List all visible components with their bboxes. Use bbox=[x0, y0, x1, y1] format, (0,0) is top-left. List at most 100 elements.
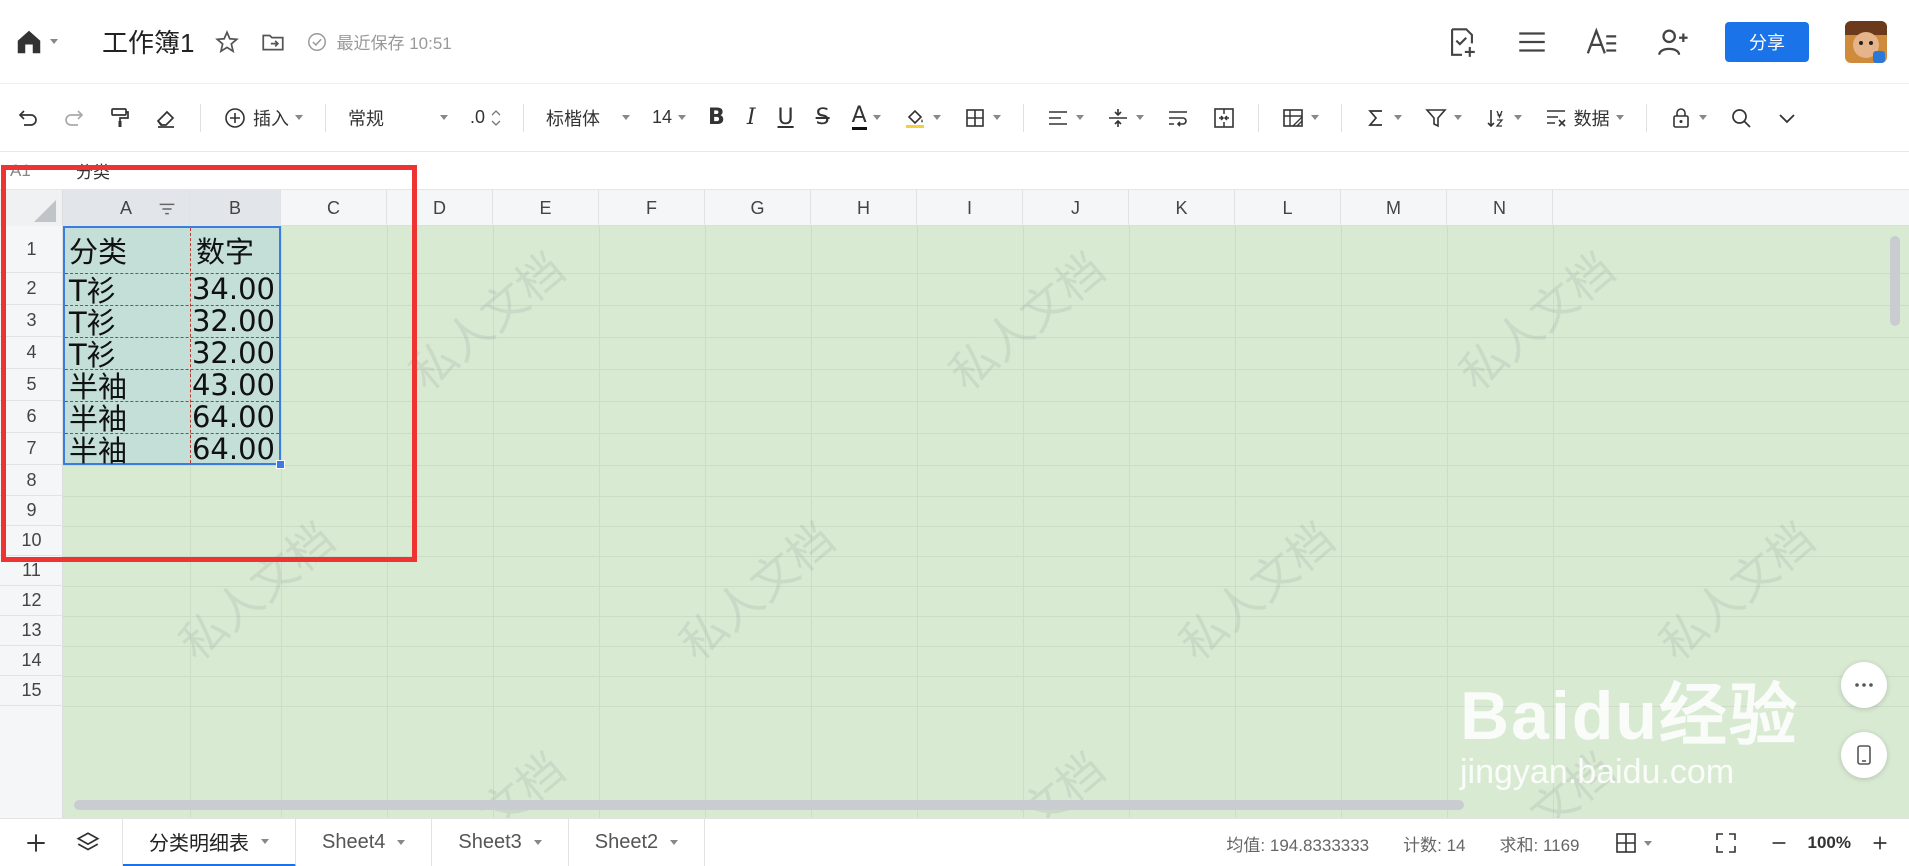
redo-button[interactable] bbox=[62, 98, 86, 138]
chevron-down-icon bbox=[1779, 113, 1795, 123]
chevron-down-icon[interactable] bbox=[397, 840, 406, 845]
gridline-vertical bbox=[705, 226, 706, 818]
chevron-down-icon[interactable] bbox=[533, 840, 542, 845]
sheet-tab-label: 分类明细表 bbox=[149, 832, 249, 855]
add-sheet-button[interactable] bbox=[10, 830, 62, 856]
horizontal-scrollbar[interactable] bbox=[74, 800, 1464, 810]
gridline-vertical bbox=[917, 226, 918, 818]
status-bar: 均值: 194.8333333 计数: 14 求和: 1169 100% bbox=[1226, 819, 1909, 866]
vertical-align-button[interactable] bbox=[1106, 98, 1144, 138]
chevron-down-icon bbox=[992, 115, 1001, 120]
italic-button[interactable]: I bbox=[747, 98, 756, 138]
zoom-level[interactable]: 100% bbox=[1808, 833, 1851, 853]
chevron-down-icon bbox=[872, 115, 881, 120]
collapse-toolbar-button[interactable] bbox=[1775, 98, 1799, 138]
filter-button[interactable] bbox=[1424, 98, 1462, 138]
review-button[interactable] bbox=[1445, 25, 1479, 59]
wrap-text-icon bbox=[1168, 110, 1187, 127]
sheet-tab[interactable]: Sheet4 bbox=[296, 818, 433, 866]
sheet-tab[interactable]: 分类明细表 bbox=[123, 818, 296, 866]
horizontal-align-button[interactable] bbox=[1046, 98, 1084, 138]
avatar[interactable] bbox=[1845, 21, 1887, 63]
column-header-f[interactable]: F bbox=[599, 190, 705, 226]
avatar-image bbox=[1845, 21, 1887, 63]
view-mode-button[interactable] bbox=[1614, 831, 1686, 855]
row-header-14[interactable]: 14 bbox=[0, 646, 63, 676]
column-header-i[interactable]: I bbox=[917, 190, 1023, 226]
doc-title[interactable]: 工作簿1 bbox=[102, 23, 194, 60]
folder-move-icon bbox=[262, 34, 285, 50]
font-color-button[interactable]: A bbox=[851, 98, 881, 138]
row-header-12[interactable]: 12 bbox=[0, 586, 63, 616]
column-header-g[interactable]: G bbox=[705, 190, 811, 226]
fill-color-button[interactable] bbox=[903, 98, 941, 138]
sum-function-button[interactable] bbox=[1364, 98, 1402, 138]
gridline-horizontal bbox=[63, 646, 1909, 647]
wrap-text-button[interactable] bbox=[1166, 98, 1190, 138]
move-button[interactable] bbox=[260, 29, 286, 55]
text-format-icon bbox=[1586, 27, 1617, 54]
text-style-button[interactable] bbox=[1585, 25, 1619, 59]
bold-button[interactable]: B bbox=[708, 98, 725, 138]
clear-format-button[interactable] bbox=[154, 98, 178, 138]
menu-button[interactable] bbox=[1515, 25, 1549, 59]
sheet-tab-label: Sheet2 bbox=[594, 831, 659, 853]
format-painter-button[interactable] bbox=[108, 98, 132, 138]
home-menu[interactable] bbox=[14, 27, 58, 57]
merge-cells-button[interactable] bbox=[1212, 98, 1236, 138]
row-header-15[interactable]: 15 bbox=[0, 676, 63, 706]
check-circle-icon bbox=[308, 32, 327, 51]
column-header-l[interactable]: L bbox=[1235, 190, 1341, 226]
fullscreen-button[interactable] bbox=[1714, 831, 1738, 855]
font-family-select[interactable]: 标楷体 bbox=[546, 98, 631, 138]
insert-menu[interactable]: 插入 bbox=[223, 98, 303, 138]
share-button[interactable]: 分享 bbox=[1725, 22, 1809, 62]
sort-button[interactable] bbox=[1484, 98, 1522, 138]
fullscreen-icon bbox=[1715, 833, 1736, 853]
watermark-text: 私人文档 bbox=[669, 511, 845, 672]
font-family-label: 标楷体 bbox=[546, 108, 601, 129]
paint-bucket-icon bbox=[905, 109, 924, 128]
protect-button[interactable] bbox=[1669, 98, 1707, 138]
more-dots-icon bbox=[1855, 683, 1873, 687]
gridline-vertical bbox=[1023, 226, 1024, 818]
column-header-n[interactable]: N bbox=[1447, 190, 1553, 226]
row-header-13[interactable]: 13 bbox=[0, 616, 63, 646]
chevron-down-icon bbox=[622, 115, 631, 120]
sheet-tab[interactable]: Sheet3 bbox=[432, 818, 569, 866]
lock-icon bbox=[1672, 107, 1689, 128]
column-header-j[interactable]: J bbox=[1023, 190, 1129, 226]
favorite-button[interactable] bbox=[214, 29, 240, 55]
decimal-stepper[interactable]: .0 bbox=[470, 98, 501, 138]
borders-button[interactable] bbox=[963, 98, 1001, 138]
zoom-out-button[interactable] bbox=[1768, 832, 1790, 854]
data-menu[interactable]: 数据 bbox=[1544, 98, 1624, 138]
zoom-in-button[interactable] bbox=[1869, 832, 1891, 854]
number-format-label: 常规 bbox=[348, 108, 384, 129]
mobile-view-button[interactable] bbox=[1841, 732, 1887, 778]
number-format-select[interactable]: 常规 bbox=[348, 98, 448, 138]
column-header-e[interactable]: E bbox=[493, 190, 599, 226]
toolbar-divider bbox=[200, 103, 201, 132]
status-count: 计数: 14 bbox=[1403, 835, 1466, 855]
more-options-button[interactable] bbox=[1841, 662, 1887, 708]
sheet-tab[interactable]: Sheet2 bbox=[569, 818, 706, 866]
strikethrough-button[interactable]: S bbox=[816, 98, 830, 138]
conditional-format-button[interactable] bbox=[1281, 98, 1319, 138]
chevron-down-icon[interactable] bbox=[670, 840, 679, 845]
paint-roller-icon bbox=[111, 107, 129, 127]
font-size-select[interactable]: 14 bbox=[652, 98, 687, 138]
add-collaborator-button[interactable] bbox=[1655, 25, 1689, 59]
undo-button[interactable] bbox=[16, 98, 40, 138]
search-button[interactable] bbox=[1729, 98, 1753, 138]
column-header-h[interactable]: H bbox=[811, 190, 917, 226]
chevron-down-icon[interactable] bbox=[261, 838, 269, 844]
vertical-scrollbar[interactable] bbox=[1890, 236, 1900, 326]
font-color-letter: A bbox=[851, 103, 867, 130]
column-header-k[interactable]: K bbox=[1129, 190, 1235, 226]
sheet-list-button[interactable] bbox=[62, 830, 114, 856]
column-header-m[interactable]: M bbox=[1341, 190, 1447, 226]
layers-icon bbox=[76, 831, 100, 850]
watermark-text: 私人文档 bbox=[1169, 511, 1345, 672]
underline-button[interactable]: U bbox=[778, 98, 794, 138]
